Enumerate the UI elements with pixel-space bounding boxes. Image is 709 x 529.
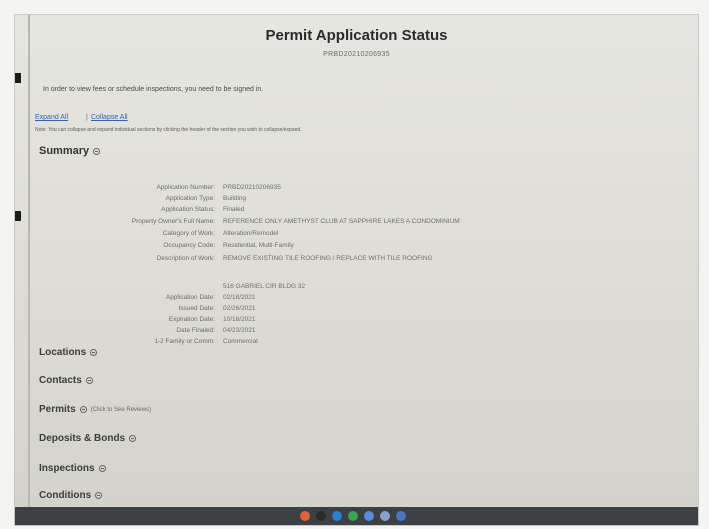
locations-section-header[interactable]: Locations — [39, 347, 98, 358]
summary-row: Application Type: Building — [15, 195, 698, 206]
field-value: REMOVE EXISTING TILE ROOFING / REPLACE W… — [223, 255, 433, 262]
taskbar-app-icon[interactable] — [316, 511, 326, 521]
summary-section-header[interactable]: Summary — [39, 145, 101, 157]
expand-icon — [90, 349, 98, 356]
summary-row: Expiration Date: 10/18/2021 — [15, 316, 698, 327]
expand-icon — [79, 406, 87, 413]
field-value: Residential, Multi-Family — [223, 242, 294, 249]
field-label: Occupancy Code: — [163, 242, 215, 249]
field-label: Property Owner's Full Name: — [131, 218, 215, 225]
summary-row: Application Number: PRBD20210206935 — [15, 184, 698, 195]
conditions-header-label: Conditions — [39, 490, 92, 501]
taskbar-app-icon[interactable] — [380, 511, 390, 521]
summary-row: Description of Work: REMOVE EXISTING TILE… — [15, 255, 698, 266]
summary-row: Application Date: 02/18/2021 — [15, 294, 698, 305]
field-label: Application Status: — [161, 206, 215, 213]
photo-frame: Permit Application Status PRBD2021020693… — [14, 14, 699, 526]
summary-row: Issued Date: 02/26/2021 — [15, 305, 698, 316]
taskbar-app-icon[interactable] — [300, 511, 310, 521]
summary-row: Property Owner's Full Name: REFERENCE ONL… — [15, 218, 698, 229]
inspections-section-header[interactable]: Inspections — [39, 463, 106, 474]
conditions-section-header[interactable]: Conditions — [39, 490, 103, 501]
field-value: 04/23/2021 — [223, 327, 256, 334]
field-label: Date Finaled: — [176, 327, 215, 334]
taskbar-app-icon[interactable] — [364, 511, 374, 521]
page-subtitle: PRBD20210206935 — [323, 51, 390, 58]
locations-header-label: Locations — [39, 347, 87, 358]
field-value: 02/26/2021 — [223, 305, 256, 312]
field-value: Finaled — [223, 206, 245, 213]
field-value: 10/18/2021 — [223, 316, 256, 323]
browser-page: Permit Application Status PRBD2021020693… — [15, 15, 698, 507]
field-value: 516 GABRIEL CIR BLDG 32 — [223, 283, 306, 290]
field-value: Building — [223, 195, 247, 202]
link-separator: | — [86, 114, 88, 121]
permits-header-label: Permits — [39, 404, 76, 415]
contacts-header-label: Contacts — [39, 375, 82, 386]
collapse-note: Note: You can collapse and expand indivi… — [35, 127, 302, 133]
field-label: Issued Date: — [178, 305, 216, 312]
contacts-section-header[interactable]: Contacts — [39, 375, 93, 386]
field-label: 1-2 Family or Comm: — [154, 338, 215, 345]
collapse-icon — [93, 147, 101, 155]
sign-in-notice: In order to view fees or schedule inspec… — [43, 86, 264, 93]
deposits-bonds-header-label: Deposits & Bonds — [39, 433, 126, 444]
summary-row: Date Finaled: 04/23/2021 — [15, 327, 698, 338]
field-value: Commercial — [223, 338, 258, 345]
permits-section-header[interactable]: Permits (Click to See Reviews) — [39, 404, 151, 415]
taskbar-app-icon[interactable] — [396, 511, 406, 521]
summary-row: Application Status: Finaled — [15, 206, 698, 217]
field-value: Alteration/Remodel — [223, 230, 279, 237]
summary-row: 516 GABRIEL CIR BLDG 32 — [15, 283, 698, 294]
deposits-bonds-section-header[interactable]: Deposits & Bonds — [39, 433, 137, 444]
field-label: Application Number: — [156, 184, 215, 191]
page-title: Permit Application Status — [265, 27, 448, 44]
field-label: Application Type: — [165, 195, 215, 202]
expand-icon — [98, 465, 106, 472]
screen-edge-mark — [15, 73, 21, 83]
field-value: 02/18/2021 — [223, 294, 256, 301]
inspections-header-label: Inspections — [39, 463, 95, 474]
expand-all-link[interactable]: Expand All — [35, 114, 68, 121]
field-label: Category of Work: — [162, 230, 215, 237]
summary-header-label: Summary — [39, 145, 90, 157]
summary-row: Category of Work: Alteration/Remodel — [15, 230, 698, 241]
expand-icon — [129, 435, 137, 442]
field-value: REFERENCE ONLY AMETHYST CLUB AT SAPPHIRE… — [223, 218, 460, 225]
field-label: Description of Work: — [156, 255, 215, 262]
field-label: Expiration Date: — [168, 316, 215, 323]
summary-row: Occupancy Code: Residential, Multi-Family — [15, 242, 698, 253]
summary-row: 1-2 Family or Comm: Commercial — [15, 338, 698, 349]
field-label: Application Date: — [165, 294, 215, 301]
taskbar-app-icon[interactable] — [348, 511, 358, 521]
taskbar-app-icon[interactable] — [332, 511, 342, 521]
taskbar — [15, 507, 698, 525]
field-value: PRBD20210206935 — [223, 184, 281, 191]
expand-icon — [85, 377, 93, 384]
collapse-all-link[interactable]: Collapse All — [91, 114, 128, 121]
expand-icon — [95, 492, 103, 499]
reviews-hint: (Click to See Reviews) — [90, 406, 152, 413]
